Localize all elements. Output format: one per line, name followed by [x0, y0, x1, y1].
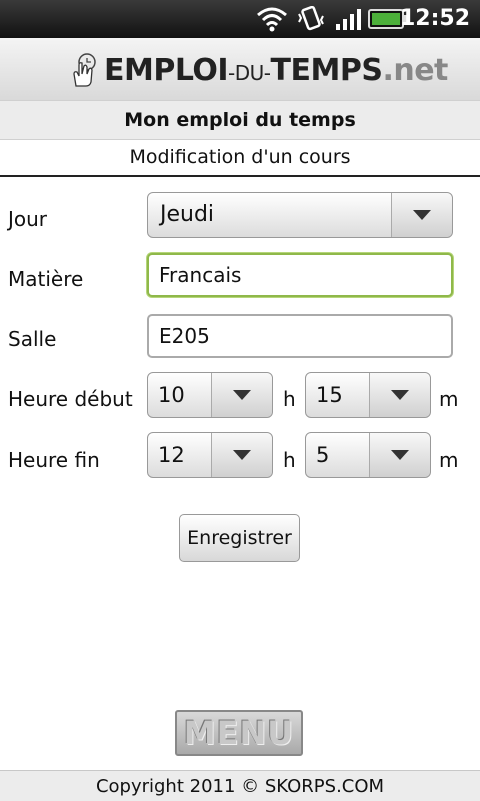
heure-debut-hour-select[interactable]: 10 [147, 372, 273, 418]
logo-part-du: -DU- [228, 60, 271, 85]
heure-fin-minute-arrow[interactable] [369, 433, 430, 477]
jour-label: Jour [8, 207, 48, 231]
app-header: EMPLOI-DU-TEMPS.net [0, 38, 480, 101]
clock: 12:52 [399, 6, 470, 31]
heure-debut-hour-unit: h [283, 387, 296, 411]
hand-pointer-icon [73, 53, 96, 87]
heure-debut-hour-value: 10 [158, 383, 185, 407]
heure-debut-hour-arrow[interactable] [211, 373, 272, 417]
heure-fin-label: Heure fin [8, 448, 100, 472]
app-logo[interactable]: EMPLOI-DU-TEMPS.net [70, 48, 448, 92]
heure-fin-hour-unit: h [283, 448, 296, 472]
footer-copyright: Copyright 2011 © SKORPS.COM [0, 770, 480, 801]
heure-debut-minute-arrow[interactable] [369, 373, 430, 417]
chevron-down-icon [391, 450, 409, 460]
heure-fin-minute-select[interactable]: 5 [305, 432, 431, 478]
heure-debut-minute-unit: m [439, 387, 459, 411]
menu-button[interactable]: MENU [175, 710, 303, 756]
heure-debut-minute-value: 15 [316, 383, 343, 407]
heure-fin-minute-unit: m [439, 448, 459, 472]
heure-fin-hour-arrow[interactable] [211, 433, 272, 477]
vibrate-icon [298, 6, 324, 31]
status-bar: 12:52 [0, 0, 480, 38]
logo-part-emploi: EMPLOI [104, 52, 229, 88]
chevron-down-icon [413, 210, 431, 220]
heure-debut-minute-select[interactable]: 15 [305, 372, 431, 418]
chevron-down-icon [391, 390, 409, 400]
chevron-down-icon [233, 390, 251, 400]
matiere-label: Matière [8, 267, 84, 291]
page-title: Mon emploi du temps [0, 100, 480, 140]
salle-label: Salle [8, 327, 57, 351]
signal-icon [336, 9, 361, 30]
logo-part-temps: TEMPS [270, 52, 383, 88]
chevron-down-icon [233, 450, 251, 460]
heure-fin-minute-value: 5 [316, 443, 330, 467]
heure-fin-hour-select[interactable]: 12 [147, 432, 273, 478]
jour-select[interactable]: Jeudi [147, 192, 453, 238]
salle-input[interactable] [147, 314, 453, 358]
save-button[interactable]: Enregistrer [179, 514, 300, 562]
heure-debut-label: Heure début [8, 387, 133, 411]
jour-select-arrow[interactable] [391, 193, 452, 237]
logo-text: EMPLOI-DU-TEMPS.net [104, 53, 448, 88]
wifi-icon [257, 7, 287, 32]
matiere-input[interactable] [147, 253, 453, 297]
heure-fin-hour-value: 12 [158, 443, 185, 467]
jour-select-value: Jeudi [160, 202, 215, 227]
logo-part-net: .net [382, 52, 448, 88]
page-subtitle: Modification d'un cours [0, 139, 480, 177]
